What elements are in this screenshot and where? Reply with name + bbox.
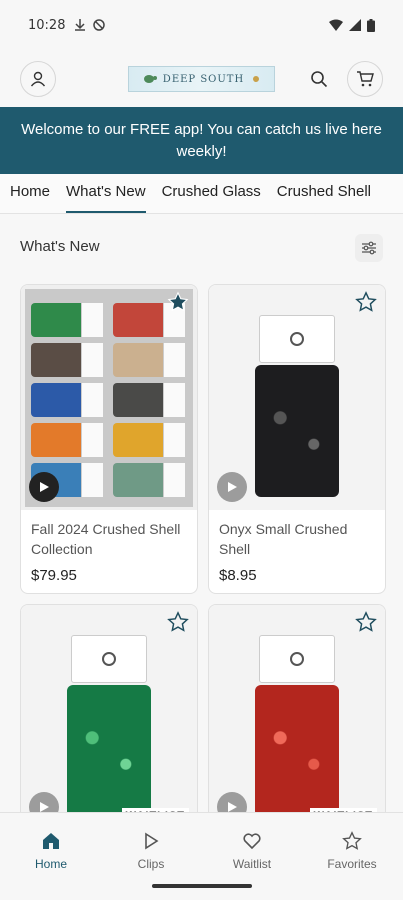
welcome-banner[interactable]: Welcome to our FREE app! You can catch u… — [0, 107, 403, 174]
star-outline-icon — [355, 611, 377, 632]
tab-home[interactable]: Home — [0, 174, 58, 213]
filter-button[interactable] — [355, 234, 383, 262]
account-button[interactable] — [20, 61, 56, 97]
product-card[interactable]: Fall 2024 Crushed Shell Collection $79.9… — [20, 284, 198, 594]
battery-icon — [367, 18, 375, 32]
product-price: $8.95 — [219, 567, 257, 584]
status-bar: 10:28 — [0, 0, 403, 50]
status-time: 10:28 — [28, 17, 66, 33]
nav-home[interactable]: Home — [1, 821, 101, 881]
filter-icon — [362, 241, 376, 255]
product-image[interactable] — [209, 285, 385, 510]
star-outline-icon — [167, 611, 189, 632]
product-bag-illustration — [249, 297, 345, 502]
turtle-logo-icon — [143, 75, 157, 83]
nav-home-label: Home — [34, 857, 67, 871]
tab-crushed-glass[interactable]: Crushed Glass — [154, 174, 269, 213]
app-header: DEEP SOUTH — [0, 50, 403, 107]
play-video-button[interactable] — [217, 472, 247, 502]
tab-crushed-shell[interactable]: Crushed Shell — [269, 174, 379, 213]
user-icon — [30, 71, 46, 87]
home-indicator[interactable] — [152, 884, 252, 888]
download-icon — [75, 19, 86, 31]
wifi-icon — [329, 19, 343, 31]
product-bag-illustration — [249, 617, 345, 822]
star-outline-icon — [355, 291, 377, 312]
signal-icon — [349, 19, 361, 31]
favorite-button[interactable] — [167, 291, 189, 313]
search-button[interactable] — [307, 67, 331, 91]
home-icon — [43, 833, 59, 849]
favorite-button[interactable] — [355, 611, 377, 633]
play-icon — [40, 482, 49, 492]
product-bag-illustration — [61, 617, 157, 822]
product-image[interactable]: WAITLIST — [21, 605, 197, 830]
star-filled-icon — [167, 291, 189, 312]
heart-icon — [243, 833, 261, 850]
nav-waitlist-label: Waitlist — [232, 857, 272, 871]
nav-favorites-label: Favorites — [327, 857, 377, 871]
product-price: $79.95 — [31, 567, 77, 584]
logo-text: DEEP SOUTH — [162, 73, 245, 85]
star-icon — [342, 831, 362, 850]
nav-favorites[interactable]: Favorites — [302, 821, 402, 881]
cart-icon — [357, 71, 374, 87]
category-tabs: Home What's New Crushed Glass Crushed Sh… — [0, 174, 403, 214]
product-name[interactable]: Onyx Small Crushed Shell — [219, 519, 379, 559]
sun-logo-icon — [253, 76, 260, 82]
section-title: What's New — [20, 238, 100, 255]
play-icon — [228, 482, 237, 492]
search-icon — [311, 71, 328, 88]
nav-waitlist[interactable]: Waitlist — [202, 821, 302, 881]
nav-clips[interactable]: Clips — [101, 821, 201, 881]
play-icon — [145, 832, 159, 850]
cart-button[interactable] — [347, 61, 383, 97]
nav-clips-label: Clips — [137, 857, 165, 871]
product-image[interactable] — [21, 285, 197, 510]
favorite-button[interactable] — [355, 291, 377, 313]
brand-logo[interactable]: DEEP SOUTH — [128, 66, 275, 92]
play-video-button[interactable] — [29, 472, 59, 502]
tab-whats-new[interactable]: What's New — [58, 174, 154, 213]
favorite-button[interactable] — [167, 611, 189, 633]
product-card[interactable]: Onyx Small Crushed Shell $8.95 — [208, 284, 386, 594]
product-name[interactable]: Fall 2024 Crushed Shell Collection — [31, 519, 191, 559]
do-not-disturb-icon — [93, 19, 106, 31]
product-image[interactable]: WAITLIST — [209, 605, 385, 830]
